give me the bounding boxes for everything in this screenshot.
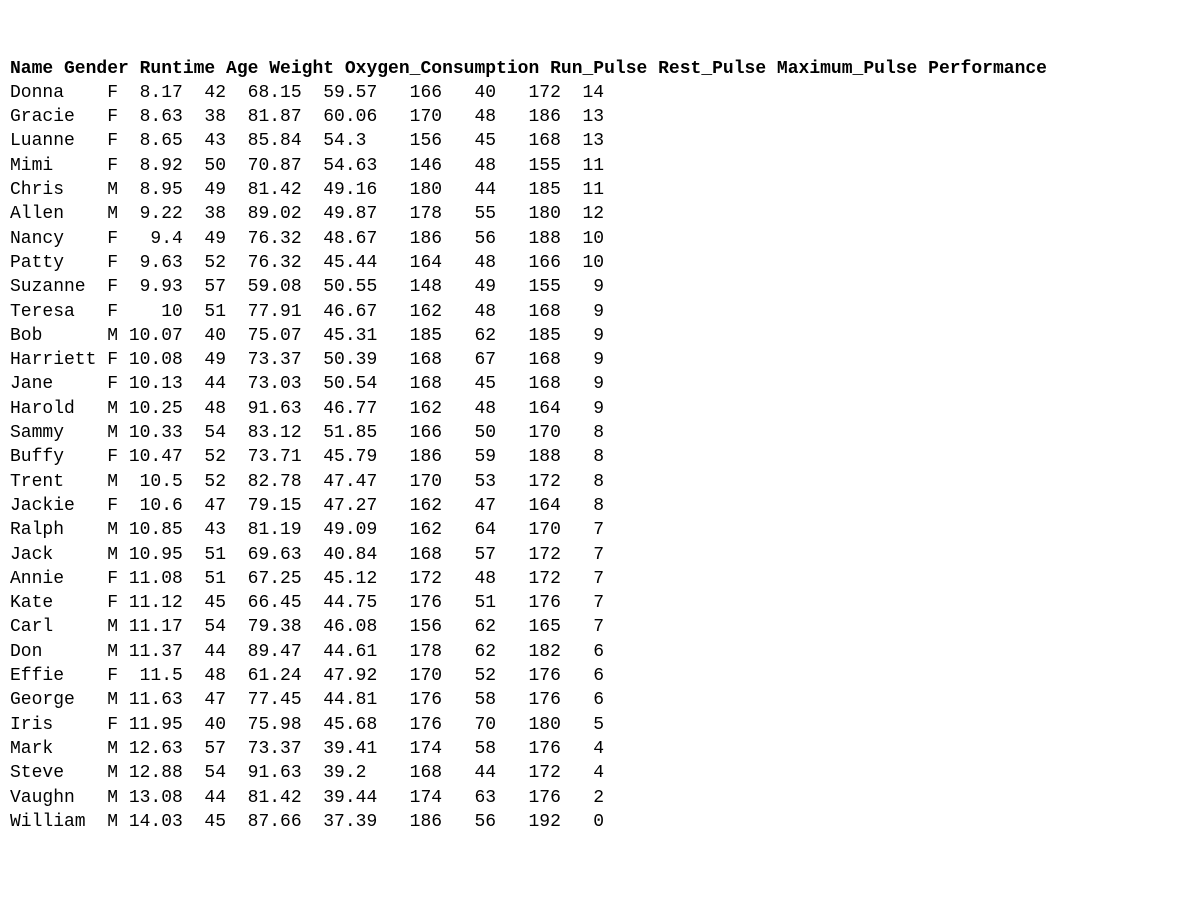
- table-row: Chris M 8.95 49 81.42 49.16 180 44 185 1…: [10, 180, 604, 200]
- table-row: Harriett F 10.08 49 73.37 50.39 168 67 1…: [10, 350, 604, 370]
- table-row: Vaughn M 13.08 44 81.42 39.44 174 63 176…: [10, 788, 604, 808]
- table-row: George M 11.63 47 77.45 44.81 176 58 176…: [10, 690, 604, 710]
- data-table: Name Gender Runtime Age Weight Oxygen_Co…: [10, 57, 1190, 835]
- table-row: Nancy F 9.4 49 76.32 48.67 186 56 188 10: [10, 229, 604, 249]
- table-row: Suzanne F 9.93 57 59.08 50.55 148 49 155…: [10, 277, 604, 297]
- table-row: Effie F 11.5 48 61.24 47.92 170 52 176 6: [10, 666, 604, 686]
- table-row: Donna F 8.17 42 68.15 59.57 166 40 172 1…: [10, 83, 604, 103]
- table-row: Jackie F 10.6 47 79.15 47.27 162 47 164 …: [10, 496, 604, 516]
- table-row: William M 14.03 45 87.66 37.39 186 56 19…: [10, 812, 604, 832]
- table-row: Patty F 9.63 52 76.32 45.44 164 48 166 1…: [10, 253, 604, 273]
- table-row: Bob M 10.07 40 75.07 45.31 185 62 185 9: [10, 326, 604, 346]
- table-row: Mark M 12.63 57 73.37 39.41 174 58 176 4: [10, 739, 604, 759]
- table-row: Ralph M 10.85 43 81.19 49.09 162 64 170 …: [10, 520, 604, 540]
- table-row: Jack M 10.95 51 69.63 40.84 168 57 172 7: [10, 545, 604, 565]
- table-row: Annie F 11.08 51 67.25 45.12 172 48 172 …: [10, 569, 604, 589]
- table-row: Allen M 9.22 38 89.02 49.87 178 55 180 1…: [10, 204, 604, 224]
- table-row: Buffy F 10.47 52 73.71 45.79 186 59 188 …: [10, 447, 604, 467]
- table-row: Trent M 10.5 52 82.78 47.47 170 53 172 8: [10, 472, 604, 492]
- table-row: Steve M 12.88 54 91.63 39.2 168 44 172 4: [10, 763, 604, 783]
- table-row: Harold M 10.25 48 91.63 46.77 162 48 164…: [10, 399, 604, 419]
- table-row: Gracie F 8.63 38 81.87 60.06 170 48 186 …: [10, 107, 604, 127]
- table-row: Mimi F 8.92 50 70.87 54.63 146 48 155 11: [10, 156, 604, 176]
- table-row: Teresa F 10 51 77.91 46.67 162 48 168 9: [10, 302, 604, 322]
- table-row: Sammy M 10.33 54 83.12 51.85 166 50 170 …: [10, 423, 604, 443]
- table-header: Name Gender Runtime Age Weight Oxygen_Co…: [10, 59, 1047, 79]
- table-row: Don M 11.37 44 89.47 44.61 178 62 182 6: [10, 642, 604, 662]
- table-row: Jane F 10.13 44 73.03 50.54 168 45 168 9: [10, 374, 604, 394]
- table-row: Luanne F 8.65 43 85.84 54.3 156 45 168 1…: [10, 131, 604, 151]
- table-row: Iris F 11.95 40 75.98 45.68 176 70 180 5: [10, 715, 604, 735]
- table-row: Kate F 11.12 45 66.45 44.75 176 51 176 7: [10, 593, 604, 613]
- table-row: Carl M 11.17 54 79.38 46.08 156 62 165 7: [10, 617, 604, 637]
